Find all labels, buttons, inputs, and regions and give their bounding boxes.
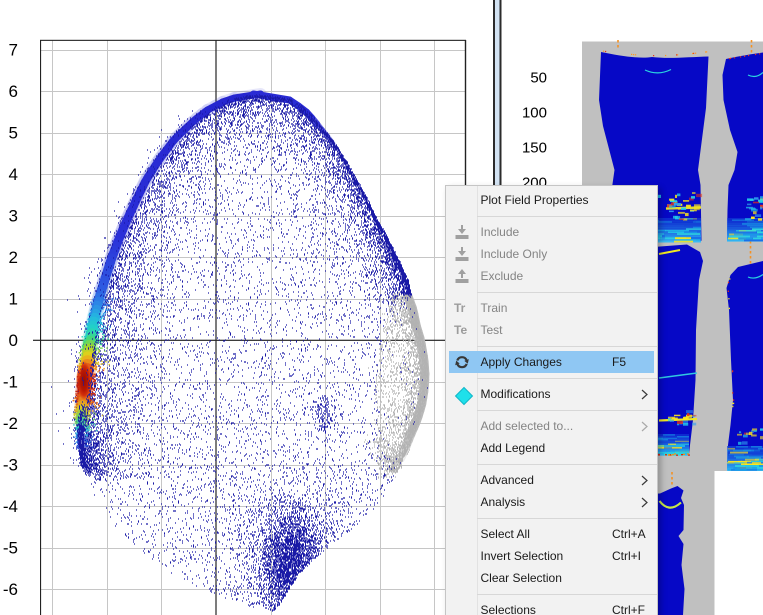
svg-text:7: 7 bbox=[9, 41, 18, 60]
svg-text:1: 1 bbox=[9, 290, 18, 309]
svg-text:100: 100 bbox=[522, 105, 547, 122]
svg-text:-1: -1 bbox=[3, 373, 18, 392]
svg-text:-5: -5 bbox=[3, 539, 18, 558]
svg-text:5: 5 bbox=[9, 124, 18, 143]
svg-text:0: 0 bbox=[9, 331, 18, 350]
svg-text:-4: -4 bbox=[3, 497, 18, 516]
svg-text:2: 2 bbox=[9, 248, 18, 267]
svg-text:-2: -2 bbox=[3, 414, 18, 433]
svg-text:4: 4 bbox=[9, 165, 18, 184]
svg-text:-3: -3 bbox=[3, 456, 18, 475]
svg-text:150: 150 bbox=[522, 140, 547, 157]
svg-text:3: 3 bbox=[9, 207, 18, 226]
svg-text:50: 50 bbox=[530, 70, 547, 87]
svg-text:-6: -6 bbox=[3, 580, 18, 599]
svg-text:6: 6 bbox=[9, 82, 18, 101]
